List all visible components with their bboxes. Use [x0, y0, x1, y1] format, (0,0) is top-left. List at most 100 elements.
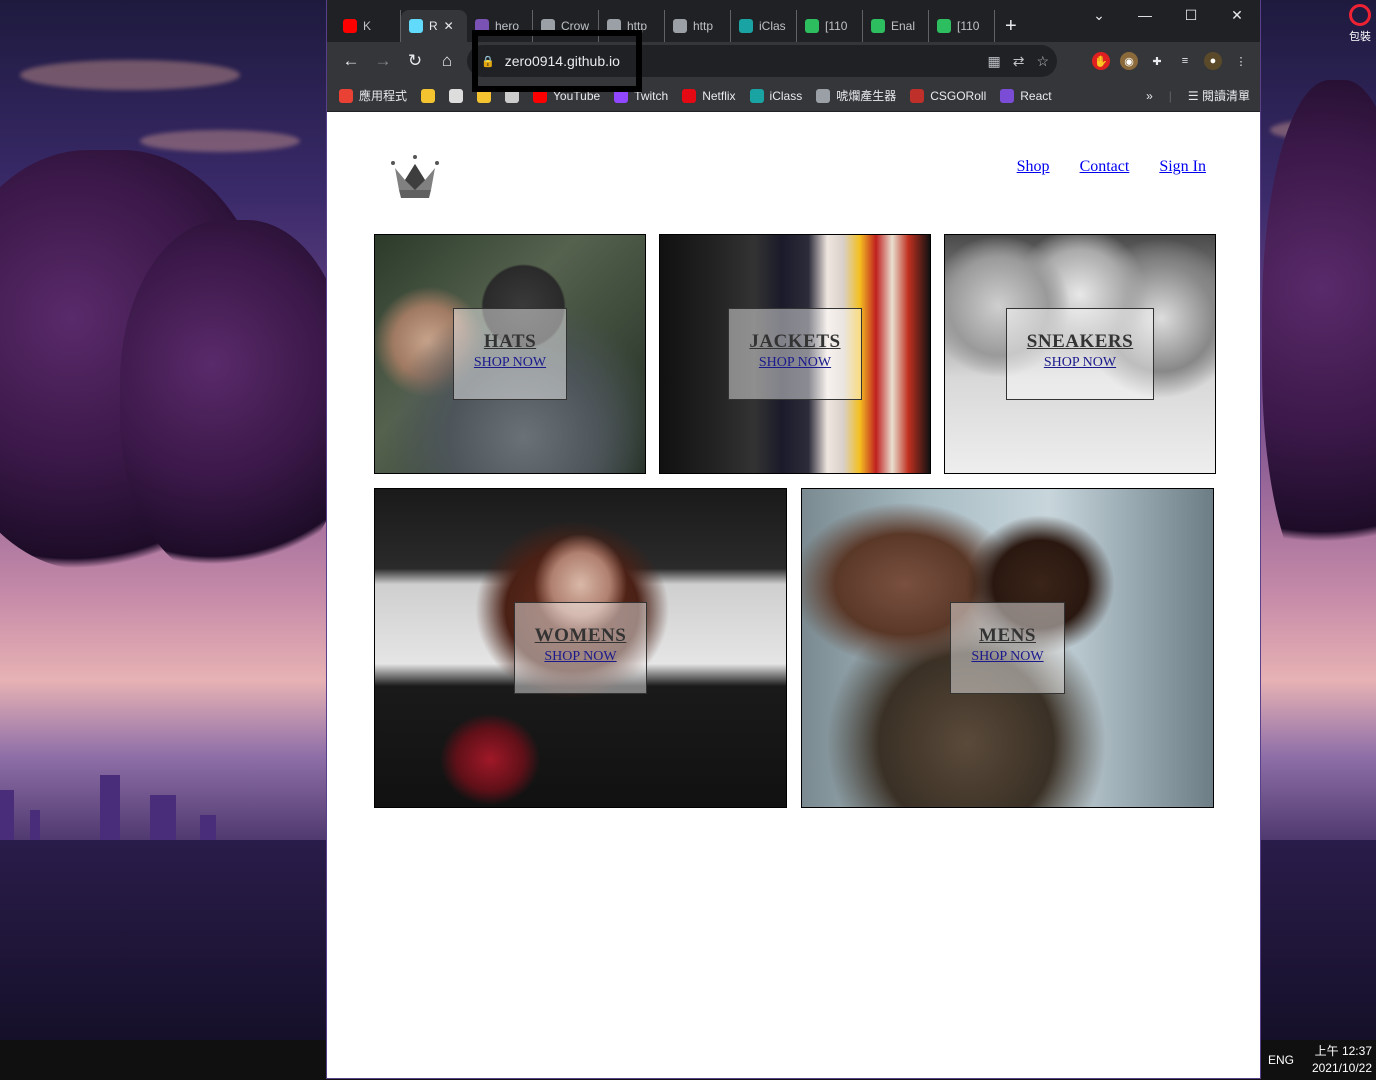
minimize-button[interactable]: — [1122, 0, 1168, 30]
language-indicator[interactable]: ENG [1261, 1053, 1301, 1067]
browser-tab[interactable]: http [665, 10, 731, 42]
bookmark-item[interactable] [421, 88, 441, 103]
evernote-icon [871, 19, 885, 33]
more-bookmarks-button[interactable]: » [1146, 89, 1153, 103]
shop-now-link[interactable]: SHOP NOW [474, 355, 546, 371]
browser-tab[interactable]: R ✕ [401, 10, 467, 42]
profile-avatar[interactable]: ● [1204, 52, 1222, 70]
blocked-icon [1349, 4, 1371, 26]
globe-icon [607, 19, 621, 33]
browser-tab[interactable]: K [335, 10, 401, 42]
twitch-icon [614, 88, 629, 103]
address-bar[interactable]: 🔒 zero0914.github.io ▦ ⇄ ☆ [467, 45, 1057, 77]
bookmark-label: Netflix [702, 88, 736, 103]
shop-now-link[interactable]: SHOP NOW [1027, 355, 1133, 371]
youtube-icon [343, 19, 357, 33]
reload-button[interactable]: ↻ [399, 45, 431, 77]
bookmark-item[interactable] [505, 88, 525, 103]
category-tile-sneakers[interactable]: SNEAKERS SHOP NOW [944, 234, 1216, 474]
qr-code-icon[interactable]: ▦ [987, 53, 1000, 70]
category-tile-hats[interactable]: HATS SHOP NOW [374, 234, 646, 474]
browser-tab[interactable]: Crow [533, 10, 599, 42]
new-tab-button[interactable]: + [995, 10, 1027, 42]
reading-list-button[interactable]: ☰ 閱讀清單 [1188, 87, 1250, 104]
bookmark-label: CSGORoll [930, 88, 987, 103]
extensions-puzzle-icon[interactable]: ✚ [1148, 52, 1166, 70]
translate-icon[interactable]: ⇄ [1013, 53, 1025, 70]
bookmark-item[interactable]: YouTube [533, 88, 601, 103]
bookmark-label: React [1020, 88, 1052, 103]
desktop-shortcut[interactable]: 包裝 [1346, 4, 1374, 44]
window-controls: ⌄ — ☐ ✕ [1076, 0, 1260, 30]
menu-kebab-icon[interactable]: ⋮ [1232, 52, 1250, 70]
nav-shop-link[interactable]: Shop [1017, 158, 1050, 176]
folder-icon [477, 88, 492, 103]
bookmark-item[interactable]: React [1000, 88, 1052, 103]
globe-icon [673, 19, 687, 33]
extensions-area: ✋ ◉ ✚ ≡ ● ⋮ [1092, 45, 1250, 77]
reading-list-icon: ☰ [1187, 89, 1202, 103]
browser-tab[interactable]: iClas [731, 10, 797, 42]
browser-window: KR ✕ hero Crow http http iClas [110 Enal [110 + … [326, 0, 1261, 1079]
tab-label: [110 [825, 19, 848, 33]
bookmark-item[interactable] [477, 88, 497, 103]
browser-tab[interactable]: [110 [797, 10, 863, 42]
csgoroll-icon [910, 88, 925, 103]
iclass-icon [739, 19, 753, 33]
bookmark-label: 唬爛產生器 [836, 89, 897, 103]
tab-label: R [429, 19, 438, 33]
forward-button[interactable]: → [367, 45, 399, 77]
desktop-shortcut-label: 包裝 [1349, 31, 1371, 43]
bookmark-label: Twitch [634, 88, 669, 103]
browser-tab[interactable]: Enal [863, 10, 929, 42]
tab-search-icon[interactable]: ⌄ [1076, 0, 1122, 30]
clock[interactable]: 上午 12:37 2021/10/22 [1301, 1043, 1376, 1077]
owl-extension-icon[interactable]: ◉ [1120, 52, 1138, 70]
browser-toolbar: ← → ↻ ⌂ 🔒 zero0914.github.io ▦ ⇄ ☆ ✋ ◉ ✚… [327, 42, 1260, 80]
close-window-button[interactable]: ✕ [1214, 0, 1260, 30]
globe-icon [816, 88, 831, 103]
adblock-extension-icon[interactable]: ✋ [1092, 52, 1110, 70]
tab-label: hero [495, 19, 520, 33]
shop-now-link[interactable]: SHOP NOW [749, 355, 840, 371]
category-tile-jackets[interactable]: JACKETS SHOP NOW [659, 234, 931, 474]
evernote-icon [805, 19, 819, 33]
bookmark-item[interactable]: iClass [749, 88, 802, 103]
category-title: WOMENS [534, 625, 627, 646]
bookmark-item[interactable]: 應用程式 [339, 87, 407, 104]
clock-time: 上午 12:37 [1314, 1044, 1372, 1058]
back-button[interactable]: ← [335, 45, 367, 77]
bookmark-label: YouTube [553, 88, 601, 103]
home-button[interactable]: ⌂ [431, 45, 463, 77]
close-tab-icon[interactable]: ✕ [444, 19, 454, 33]
browser-tab[interactable]: [110 [929, 10, 995, 42]
media-control-icon[interactable]: ≡ [1176, 52, 1194, 70]
bookmark-star-icon[interactable]: ☆ [1036, 53, 1049, 70]
bookmark-item[interactable] [449, 88, 469, 103]
bookmark-item[interactable]: Twitch [614, 88, 669, 103]
bookmark-item[interactable]: CSGORoll [910, 88, 987, 103]
bookmark-item[interactable]: 唬爛產生器 [816, 87, 896, 104]
apps-grid-icon [339, 88, 353, 103]
browser-tab[interactable]: http [599, 10, 665, 42]
netflix-icon [682, 88, 697, 103]
shop-now-link[interactable]: SHOP NOW [535, 649, 627, 665]
shop-now-link[interactable]: SHOP NOW [971, 649, 1043, 665]
category-tile-womens[interactable]: WOMENS SHOP NOW [374, 488, 787, 808]
nav-contact-link[interactable]: Contact [1080, 158, 1130, 176]
bookmark-item[interactable]: Netflix [682, 88, 736, 103]
react-icon [409, 19, 423, 33]
nav-signin-link[interactable]: Sign In [1159, 158, 1206, 176]
category-tile-mens[interactable]: MENS SHOP NOW [801, 488, 1214, 808]
tab-label: [110 [957, 19, 980, 33]
react-icon [1000, 88, 1015, 103]
globe-icon [541, 19, 555, 33]
site-nav: Shop Contact Sign In [1017, 158, 1206, 176]
maximize-button[interactable]: ☐ [1168, 0, 1214, 30]
lock-icon[interactable]: 🔒 [481, 55, 495, 68]
crown-logo-icon[interactable] [389, 154, 441, 202]
browser-tab[interactable]: hero [467, 10, 533, 42]
reading-list-label: 閱讀清單 [1201, 89, 1250, 103]
tab-strip: KR ✕ hero Crow http http iClas [110 Enal [110 + … [327, 0, 1260, 42]
iclass-icon [749, 88, 764, 103]
